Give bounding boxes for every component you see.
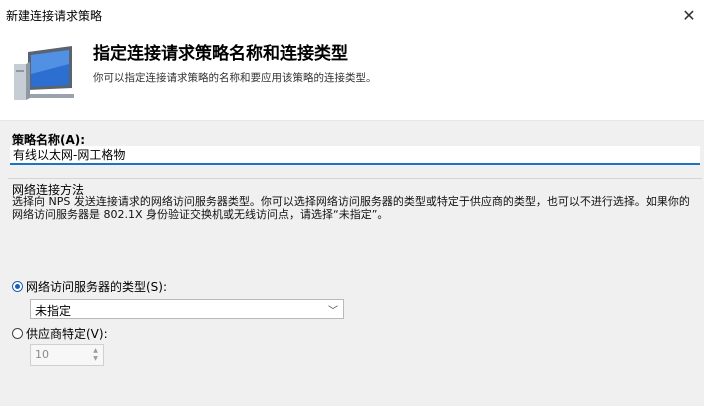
- radio-vendor-label: 供应商特定(V):: [26, 327, 108, 341]
- server-type-select[interactable]: 未指定 ﹀: [30, 299, 344, 319]
- window-title: 新建连接请求策略: [6, 9, 103, 23]
- close-icon: ✕: [682, 5, 696, 25]
- vendor-spinner-value: 10: [35, 348, 49, 361]
- radio-unchecked-icon[interactable]: [12, 328, 23, 339]
- radio-vendor-specific[interactable]: 供应商特定(V):: [12, 325, 108, 342]
- radio-checked-icon[interactable]: [12, 281, 23, 292]
- close-button[interactable]: ✕: [674, 0, 704, 30]
- radio-server-type-label: 网络访问服务器的类型(S):: [26, 280, 168, 294]
- connection-method-description: 选择向 NPS 发送连接请求的网络访问服务器类型。你可以选择网络访问服务器的类型…: [12, 195, 690, 221]
- spinner-buttons[interactable]: ▲ ▼: [90, 347, 101, 363]
- header-divider: [0, 120, 704, 121]
- page-subtitle: 你可以指定连接请求策略的名称和要应用该策略的连接类型。: [93, 72, 377, 84]
- page-title: 指定连接请求策略名称和连接类型: [93, 44, 348, 64]
- spin-down-icon[interactable]: ▼: [93, 355, 98, 363]
- chevron-down-icon: ﹀: [328, 306, 338, 317]
- spin-up-icon[interactable]: ▲: [93, 347, 98, 355]
- server-type-selected-value: 未指定: [35, 304, 72, 318]
- title-bar: 新建连接请求策略 ✕: [0, 0, 704, 30]
- radio-server-type[interactable]: 网络访问服务器的类型(S):: [12, 278, 167, 295]
- vendor-spinner[interactable]: 10 ▲ ▼: [30, 344, 104, 366]
- monitor-icon: [14, 46, 74, 100]
- wizard-header: 指定连接请求策略名称和连接类型 你可以指定连接请求策略的名称和要应用该策略的连接…: [0, 30, 704, 120]
- policy-name-input[interactable]: [10, 146, 700, 165]
